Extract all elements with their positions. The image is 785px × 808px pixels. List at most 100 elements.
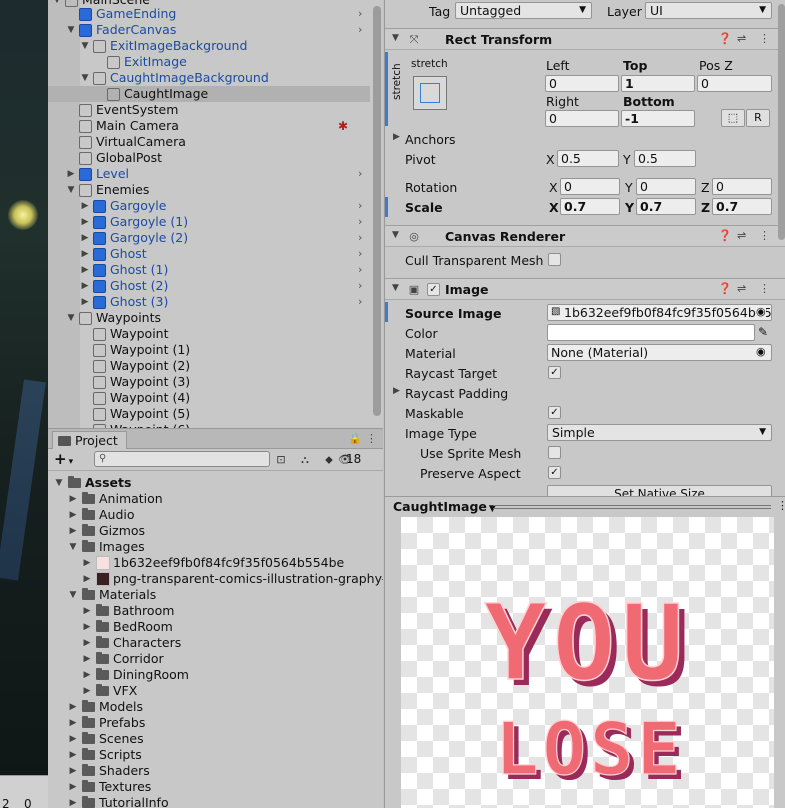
fold-closed-icon[interactable]: ▶ <box>80 214 90 230</box>
hidden-count[interactable]: 18 <box>346 452 361 466</box>
chevron-right-icon[interactable]: › <box>358 246 362 262</box>
raycast-target-checkbox[interactable]: ✓ <box>548 366 561 379</box>
project-folder-item[interactable]: ▶ Corridor <box>48 651 383 667</box>
fold-closed-icon[interactable]: ▶ <box>82 603 92 619</box>
hierarchy-item[interactable]: Main Camera ✱ <box>48 118 370 134</box>
rotation-x-field[interactable]: 0 <box>560 178 620 195</box>
fold-arrow-icon[interactable]: ▶ <box>393 386 400 396</box>
preset-icon[interactable]: ⇌ <box>737 229 746 242</box>
hierarchy-item[interactable]: Waypoint (4) <box>48 390 370 406</box>
fold-closed-icon[interactable]: ▶ <box>68 715 78 731</box>
hierarchy-scrollbar[interactable] <box>370 0 383 428</box>
project-asset-item[interactable]: ▶ png-transparent-comics-illustration-gra… <box>48 571 383 587</box>
project-folder-item[interactable]: ▶ BedRoom <box>48 619 383 635</box>
pivot-y-field[interactable]: 0.5 <box>634 150 696 167</box>
preserve-aspect-checkbox[interactable]: ✓ <box>548 466 561 479</box>
rotation-y-field[interactable]: 0 <box>636 178 696 195</box>
top-field[interactable]: 1 <box>621 75 695 92</box>
hierarchy-item[interactable]: GameEnding › <box>48 6 370 22</box>
fold-closed-icon[interactable]: ▶ <box>68 747 78 763</box>
hierarchy-item[interactable]: Waypoint (5) <box>48 406 370 422</box>
color-swatch[interactable] <box>547 324 755 341</box>
material-field[interactable]: None (Material) <box>547 344 772 361</box>
fold-closed-icon[interactable]: ▶ <box>80 278 90 294</box>
anchors-fold-icon[interactable]: ▶ <box>393 132 400 142</box>
preview-title-dropdown[interactable]: CaughtImage ▼ <box>393 499 496 514</box>
bottom-field[interactable]: -1 <box>621 110 695 127</box>
hierarchy-item[interactable]: ▼ FaderCanvas › <box>48 22 370 38</box>
chevron-right-icon[interactable]: › <box>358 166 362 182</box>
hierarchy-item[interactable]: ▶ Ghost (3) › <box>48 294 370 310</box>
chevron-right-icon[interactable]: › <box>358 278 362 294</box>
hierarchy-item[interactable]: ▶ Ghost (1) › <box>48 262 370 278</box>
object-picker-icon[interactable]: ◉ <box>756 345 766 358</box>
image-enabled-checkbox[interactable]: ✓ <box>427 283 440 296</box>
scrollbar-thumb[interactable] <box>373 6 381 416</box>
scale-z-field[interactable]: 0.7 <box>712 198 772 215</box>
kebab-menu-icon[interactable]: ⋮ <box>777 499 785 512</box>
hierarchy-item[interactable]: ▶ Ghost › <box>48 246 370 262</box>
project-folder-item[interactable]: ▶ Scripts <box>48 747 383 763</box>
fold-closed-icon[interactable]: ▶ <box>68 523 78 539</box>
hierarchy-item[interactable]: ▶ Ghost (2) › <box>48 278 370 294</box>
fold-closed-icon[interactable]: ▶ <box>80 246 90 262</box>
fold-open-icon[interactable]: ▼ <box>68 587 78 603</box>
project-folder-item[interactable]: ▶ Models <box>48 699 383 715</box>
chevron-right-icon[interactable]: › <box>358 294 362 310</box>
object-picker-icon[interactable]: ◉ <box>756 305 766 318</box>
fold-closed-icon[interactable]: ▶ <box>82 683 92 699</box>
fold-closed-icon[interactable]: ▶ <box>68 779 78 795</box>
rect-transform-header[interactable]: ▼ ⤧ Rect Transform ❓ ⇌ ⋮ <box>385 28 785 50</box>
raw-edit-button[interactable]: R <box>746 109 770 127</box>
preset-icon[interactable]: ⇌ <box>737 282 746 295</box>
hierarchy-item[interactable]: ▶ Gargoyle (2) › <box>48 230 370 246</box>
hierarchy-item[interactable]: GlobalPost <box>48 150 370 166</box>
raycast-padding-label[interactable]: Raycast Padding <box>405 386 508 401</box>
fold-closed-icon[interactable]: ▶ <box>80 294 90 310</box>
scale-x-field[interactable]: 0.7 <box>560 198 620 215</box>
eyedropper-icon[interactable]: ✎ <box>758 325 768 339</box>
scene-view-strip[interactable] <box>0 0 48 775</box>
source-image-field[interactable]: 1b632eef9fb0f84fc9f35f0564b554be <box>547 304 772 321</box>
cull-transparent-mesh-checkbox[interactable] <box>548 253 561 266</box>
fold-closed-icon[interactable]: ▶ <box>68 731 78 747</box>
project-folder-item[interactable]: ▶ Shaders <box>48 763 383 779</box>
search-by-type-icon[interactable]: ⊡ <box>272 452 290 468</box>
label-tag-icon[interactable]: ⬥ <box>320 452 338 468</box>
project-folder-item[interactable]: ▼ Materials <box>48 587 383 603</box>
fold-closed-icon[interactable]: ▶ <box>80 198 90 214</box>
left-field[interactable]: 0 <box>545 75 619 92</box>
fold-open-icon[interactable]: ▼ <box>66 22 76 38</box>
fold-open-icon[interactable]: ▼ <box>66 310 76 326</box>
fold-arrow-icon[interactable]: ▼ <box>392 283 399 293</box>
inspector-scrollbar[interactable] <box>776 0 785 496</box>
help-icon[interactable]: ❓ <box>718 32 732 45</box>
project-folder-item[interactable]: ▶ VFX <box>48 683 383 699</box>
tab-project[interactable]: Project <box>52 431 127 449</box>
project-folder-item[interactable]: ▶ Animation <box>48 491 383 507</box>
scale-y-field[interactable]: 0.7 <box>636 198 696 215</box>
layer-dropdown[interactable]: UI ▼ <box>645 2 772 19</box>
hierarchy-item[interactable]: ExitImage <box>48 54 370 70</box>
hierarchy-item[interactable]: Waypoint (1) <box>48 342 370 358</box>
preview-resize-grip[interactable] <box>493 505 771 509</box>
gizmo-icon[interactable]: ✱ <box>338 118 348 134</box>
hierarchy-item[interactable]: Waypoint <box>48 326 370 342</box>
project-folder-item[interactable]: ▶ Audio <box>48 507 383 523</box>
project-folder-item[interactable]: ▶ Prefabs <box>48 715 383 731</box>
fold-closed-icon[interactable]: ▶ <box>82 619 92 635</box>
right-field[interactable]: 0 <box>545 110 619 127</box>
image-type-dropdown[interactable]: Simple ▼ <box>547 424 772 441</box>
project-folder-item[interactable]: ▶ Bathroom <box>48 603 383 619</box>
create-button[interactable]: + ▾ <box>54 451 73 470</box>
hierarchy-item[interactable]: VirtualCamera <box>48 134 370 150</box>
search-input[interactable] <box>111 452 267 466</box>
fold-open-icon[interactable]: ▼ <box>66 182 76 198</box>
project-folder-item[interactable]: ▶ Gizmos <box>48 523 383 539</box>
chevron-right-icon[interactable]: › <box>358 6 362 22</box>
hierarchy-item[interactable]: CaughtImage <box>48 86 370 102</box>
pivot-x-field[interactable]: 0.5 <box>557 150 619 167</box>
project-folder-item[interactable]: ▶ DiningRoom <box>48 667 383 683</box>
hierarchy-item[interactable]: ▼ Waypoints <box>48 310 370 326</box>
fold-open-icon[interactable]: ▼ <box>54 475 64 491</box>
